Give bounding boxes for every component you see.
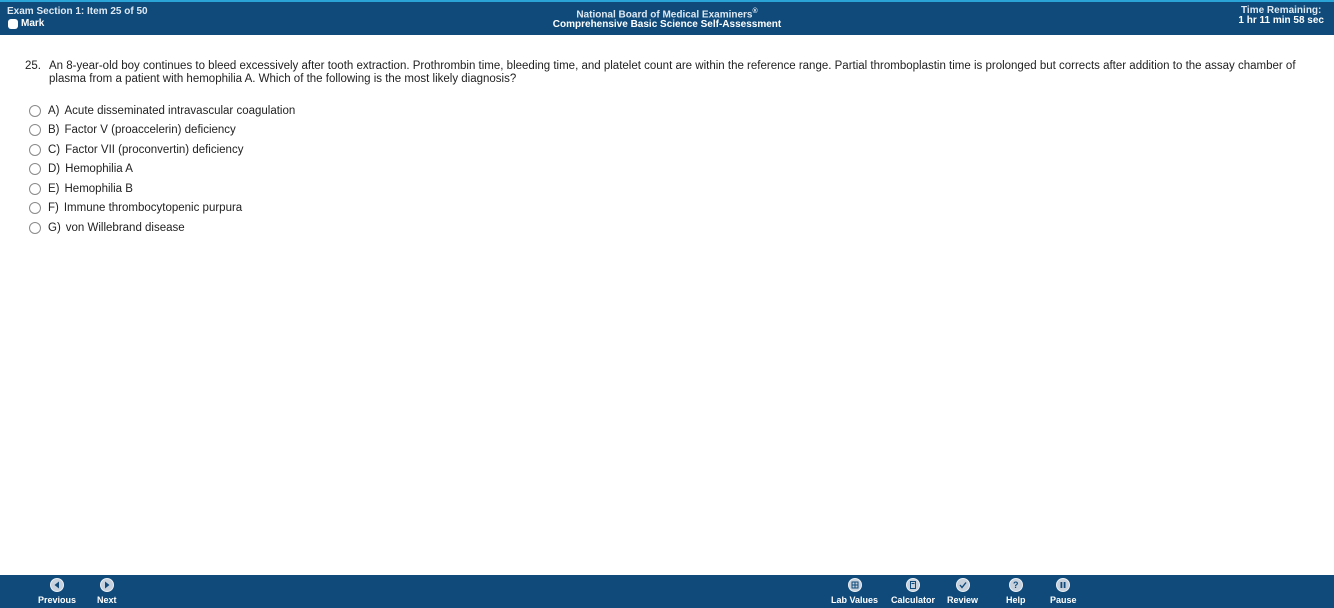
option-letter: G)	[48, 221, 61, 234]
previous-label: Previous	[38, 595, 77, 605]
option-b[interactable]: B) Factor V (proaccelerin) deficiency	[29, 121, 295, 141]
top-bar: Exam Section 1: Item 25 of 50 Mark Natio…	[0, 0, 1334, 35]
exam-title-block: National Board of Medical Examiners® Com…	[0, 7, 1334, 30]
option-f[interactable]: F) Immune thrombocytopenic purpura	[29, 199, 295, 219]
radio-button-icon[interactable]	[29, 124, 41, 137]
review-button[interactable]: Review	[947, 578, 978, 605]
bottom-toolbar: Previous Next Lab Values Calculator Revi…	[0, 575, 1334, 608]
next-label: Next	[97, 595, 117, 605]
option-text: Factor VII (proconvertin) deficiency	[65, 143, 244, 156]
option-letter: C)	[48, 143, 61, 156]
calculator-button[interactable]: Calculator	[891, 578, 935, 605]
time-value: 1 hr 11 min 58 sec	[1238, 15, 1324, 26]
help-icon: ?	[1008, 578, 1023, 592]
question-text: An 8-year-old boy continues to bleed exc…	[49, 60, 1296, 85]
option-c[interactable]: C) Factor VII (proconvertin) deficiency	[29, 140, 295, 160]
option-text: Hemophilia B	[64, 182, 133, 195]
pause-label: Pause	[1050, 595, 1077, 605]
next-button[interactable]: Next	[97, 578, 117, 605]
option-letter: F)	[48, 202, 59, 215]
registered-mark: ®	[752, 8, 758, 15]
option-text: von Willebrand disease	[65, 221, 185, 234]
review-label: Review	[947, 595, 979, 605]
radio-button-icon[interactable]	[29, 143, 41, 156]
calculator-icon	[906, 578, 920, 592]
arrow-right-icon	[99, 578, 114, 592]
option-text: Acute disseminated intravascular coagula…	[64, 104, 296, 117]
exam-title: Comprehensive Basic Science Self-Assessm…	[552, 19, 782, 31]
option-text: Immune thrombocytopenic purpura	[63, 202, 243, 215]
time-remaining: Time Remaining: 1 hr 11 min 58 sec	[1238, 6, 1324, 26]
org-name-line: National Board of Medical Examiners®	[0, 7, 1334, 20]
lab-values-label: Lab Values	[831, 595, 879, 605]
previous-button[interactable]: Previous	[38, 578, 76, 605]
option-g[interactable]: G) von Willebrand disease	[29, 218, 295, 238]
option-a[interactable]: A) Acute disseminated intravascular coagu…	[29, 101, 295, 121]
help-label: Help	[1006, 595, 1026, 605]
lab-values-icon	[847, 578, 862, 592]
radio-button-icon[interactable]	[29, 163, 41, 176]
question-number: 25.	[25, 60, 41, 72]
option-letter: B)	[48, 124, 60, 137]
radio-button-icon[interactable]	[29, 202, 41, 215]
pause-icon	[1056, 578, 1071, 592]
option-letter: E)	[48, 182, 60, 195]
option-letter: D)	[48, 163, 61, 176]
option-text: Hemophilia A	[65, 163, 133, 176]
option-text: Factor V (proaccelerin) deficiency	[64, 124, 236, 137]
answer-options: A) Acute disseminated intravascular coagu…	[29, 101, 295, 238]
option-letter: A)	[48, 104, 60, 117]
radio-button-icon[interactable]	[29, 104, 41, 117]
option-d[interactable]: D) Hemophilia A	[29, 160, 295, 180]
arrow-left-icon	[50, 578, 65, 592]
lab-values-button[interactable]: Lab Values	[831, 578, 878, 605]
radio-button-icon[interactable]	[29, 221, 41, 234]
calculator-label: Calculator	[891, 595, 936, 605]
radio-button-icon[interactable]	[29, 182, 41, 195]
help-button[interactable]: ? Help	[1006, 578, 1026, 605]
option-e[interactable]: E) Hemophilia B	[29, 179, 295, 199]
question-stem: 25. An 8-year-old boy continues to bleed…	[25, 60, 1305, 85]
checkmark-icon	[955, 578, 970, 592]
pause-button[interactable]: Pause	[1050, 578, 1077, 605]
